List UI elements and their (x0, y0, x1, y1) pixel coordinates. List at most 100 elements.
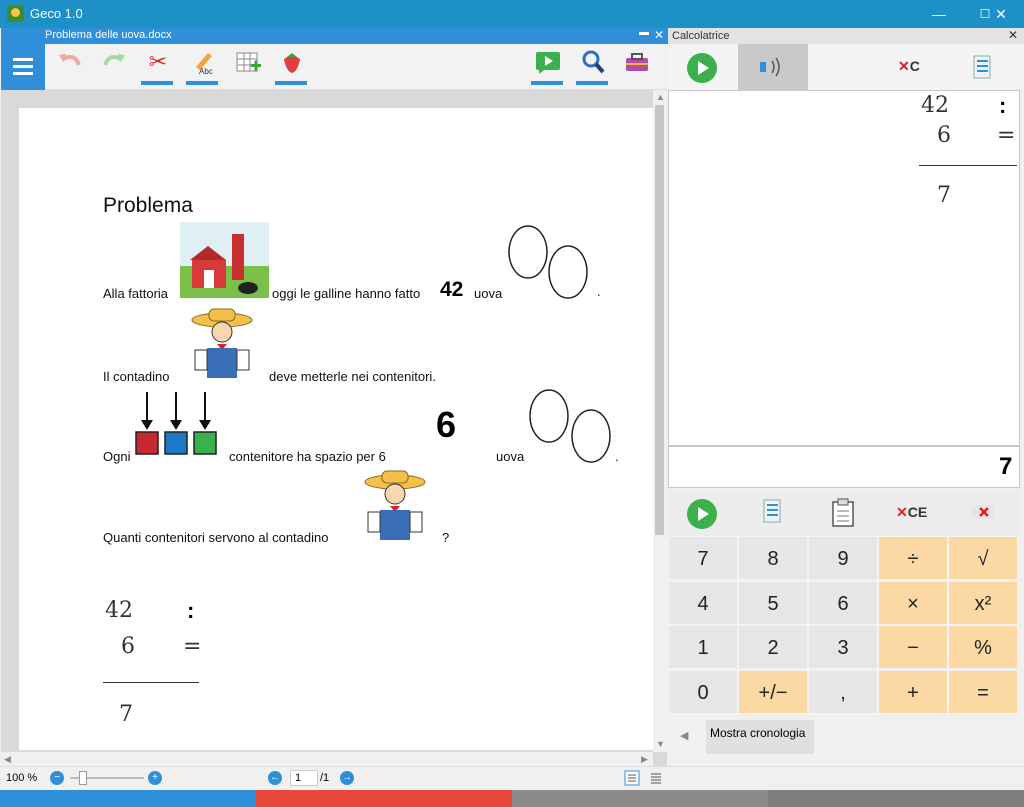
table-icon (236, 52, 261, 72)
symbols-button[interactable] (275, 47, 307, 85)
scroll-right-icon[interactable]: ▶ (641, 754, 648, 765)
line2-text-b: deve metterle nei contenitori. (269, 369, 436, 384)
zoom-in-button[interactable]: + (148, 771, 162, 785)
key-1-0[interactable]: 4 (668, 580, 738, 625)
key-2-1[interactable]: 2 (738, 625, 808, 669)
key-3-2[interactable]: , (808, 669, 878, 714)
doc-calc-operand2: 6 (121, 634, 135, 659)
show-history-button[interactable]: Mostra cronologia (706, 720, 814, 754)
line3-text-c: uova (496, 449, 525, 464)
doc-calc-operand1: 42 (105, 598, 133, 623)
key-2-0[interactable]: 1 (668, 625, 738, 669)
key-1-4[interactable]: x² (948, 580, 1018, 625)
close-button[interactable]: ✕ (978, 0, 1024, 28)
redo-icon (103, 54, 125, 66)
line4-question-mark: ? (442, 530, 450, 545)
page-number-input[interactable]: 1 (290, 770, 318, 786)
key-0-2[interactable]: 9 (808, 536, 878, 580)
cut-button[interactable]: ✂ (141, 47, 173, 85)
calculator-title: Calcolatrice (672, 30, 730, 42)
line1-period: . (597, 284, 601, 299)
scroll-up-icon[interactable]: ▲ (656, 92, 665, 102)
close-pane-button[interactable]: ✕ (654, 28, 664, 42)
key-0-1[interactable]: 8 (738, 536, 808, 580)
pin-pane-button[interactable]: ▬ (639, 27, 649, 38)
calc-copy-icon[interactable] (760, 498, 786, 526)
spell-icon: Abc (196, 53, 213, 75)
search-button[interactable] (576, 47, 608, 85)
redo-button[interactable] (97, 47, 129, 85)
line4-text-a: Quanti contenitori servono al contadino (103, 530, 329, 545)
calc-result-value: 7 (999, 453, 1013, 480)
line1-text-c: uova (474, 286, 503, 301)
key-3-0[interactable]: 0 (668, 669, 738, 714)
key-3-3[interactable]: + (878, 669, 948, 714)
calc-display-operand2: 6 (937, 123, 951, 148)
calc-play-icon[interactable] (686, 52, 718, 84)
calc-clear-entry-button[interactable]: ✕CE (896, 504, 927, 521)
scroll-left-icon[interactable]: ◀ (4, 754, 11, 765)
undo-icon (59, 54, 81, 66)
key-0-3[interactable]: ÷ (878, 536, 948, 580)
vertical-scroll-thumb[interactable] (655, 105, 664, 535)
doc-calc-equals: = (183, 634, 202, 659)
history-arrow-icon[interactable]: ◀ (680, 729, 688, 742)
calculator-result-field: 7 (668, 446, 1020, 488)
key-2-4[interactable]: % (948, 625, 1018, 669)
calc-display-operator: : (999, 93, 1007, 118)
read-aloud-button[interactable] (531, 47, 563, 85)
calc-clear-button[interactable]: ✕C (898, 58, 920, 75)
calc-speaker-button[interactable] (738, 44, 808, 90)
calc-display-result: 7 (937, 183, 951, 208)
line2-text-a: Il contadino (103, 369, 170, 384)
undo-button[interactable] (53, 47, 85, 85)
backspace-icon[interactable] (970, 504, 994, 520)
calc-speak-icon[interactable] (686, 498, 718, 530)
containers-image (135, 392, 217, 455)
doc-calc-result: 7 (119, 702, 133, 727)
title-bar: Geco 1.0 — ☐ ✕ (0, 0, 1024, 28)
document-page[interactable]: Problema Alla fattoria oggi le galline h… (19, 108, 653, 750)
calculator-close-button[interactable]: ✕ (1008, 28, 1018, 42)
svg-text:Abc: Abc (199, 67, 213, 75)
strip-segment-red (256, 790, 512, 807)
document-toolbar: ✂ Abc (1, 44, 668, 90)
doc-calc-line (103, 682, 199, 683)
key-0-4[interactable]: √ (948, 536, 1018, 580)
line1-text-a: Alla fattoria (103, 286, 169, 301)
key-1-2[interactable]: 6 (808, 580, 878, 625)
calc-paste-icon[interactable] (830, 498, 856, 528)
key-3-1[interactable]: +/− (738, 669, 808, 714)
zoom-slider-thumb[interactable] (79, 771, 88, 785)
spellcheck-button[interactable]: Abc (186, 47, 218, 85)
page-total: /1 (320, 772, 330, 784)
page-view-icon[interactable] (624, 770, 640, 786)
status-bar: 100 % − + ← 1 /1 → (0, 766, 1024, 790)
key-1-1[interactable]: 5 (738, 580, 808, 625)
key-2-2[interactable]: 3 (808, 625, 878, 669)
previous-page-button[interactable]: ← (268, 771, 282, 785)
zoom-label: 100 % (6, 772, 38, 784)
text-view-icon[interactable] (648, 770, 664, 786)
calculator-display: 42 : 6 = 7 (668, 90, 1020, 446)
calc-display-operand1: 42 (921, 93, 949, 118)
next-page-button[interactable]: → (340, 771, 354, 785)
key-3-4[interactable]: = (948, 669, 1018, 714)
scroll-down-icon[interactable]: ▼ (656, 739, 665, 749)
key-0-0[interactable]: 7 (668, 536, 738, 580)
horizontal-scrollbar[interactable] (1, 752, 653, 766)
zoom-out-button[interactable]: − (50, 771, 64, 785)
calculator-toolbar: ✕C (668, 44, 1024, 90)
toolbox-button[interactable] (620, 47, 652, 85)
clear-x-icon: ✕ (898, 58, 910, 74)
calc-tape-icon[interactable] (970, 54, 996, 82)
eggs-image (508, 225, 588, 299)
menu-button[interactable] (1, 44, 45, 90)
key-2-3[interactable]: − (878, 625, 948, 669)
insert-table-button[interactable] (231, 47, 263, 85)
history-bar: ◀ Mostra cronologia (668, 714, 1024, 766)
key-1-3[interactable]: × (878, 580, 948, 625)
farmer-image (191, 308, 253, 378)
minimize-button[interactable]: — (916, 0, 962, 28)
eggs-image-2 (529, 389, 611, 463)
